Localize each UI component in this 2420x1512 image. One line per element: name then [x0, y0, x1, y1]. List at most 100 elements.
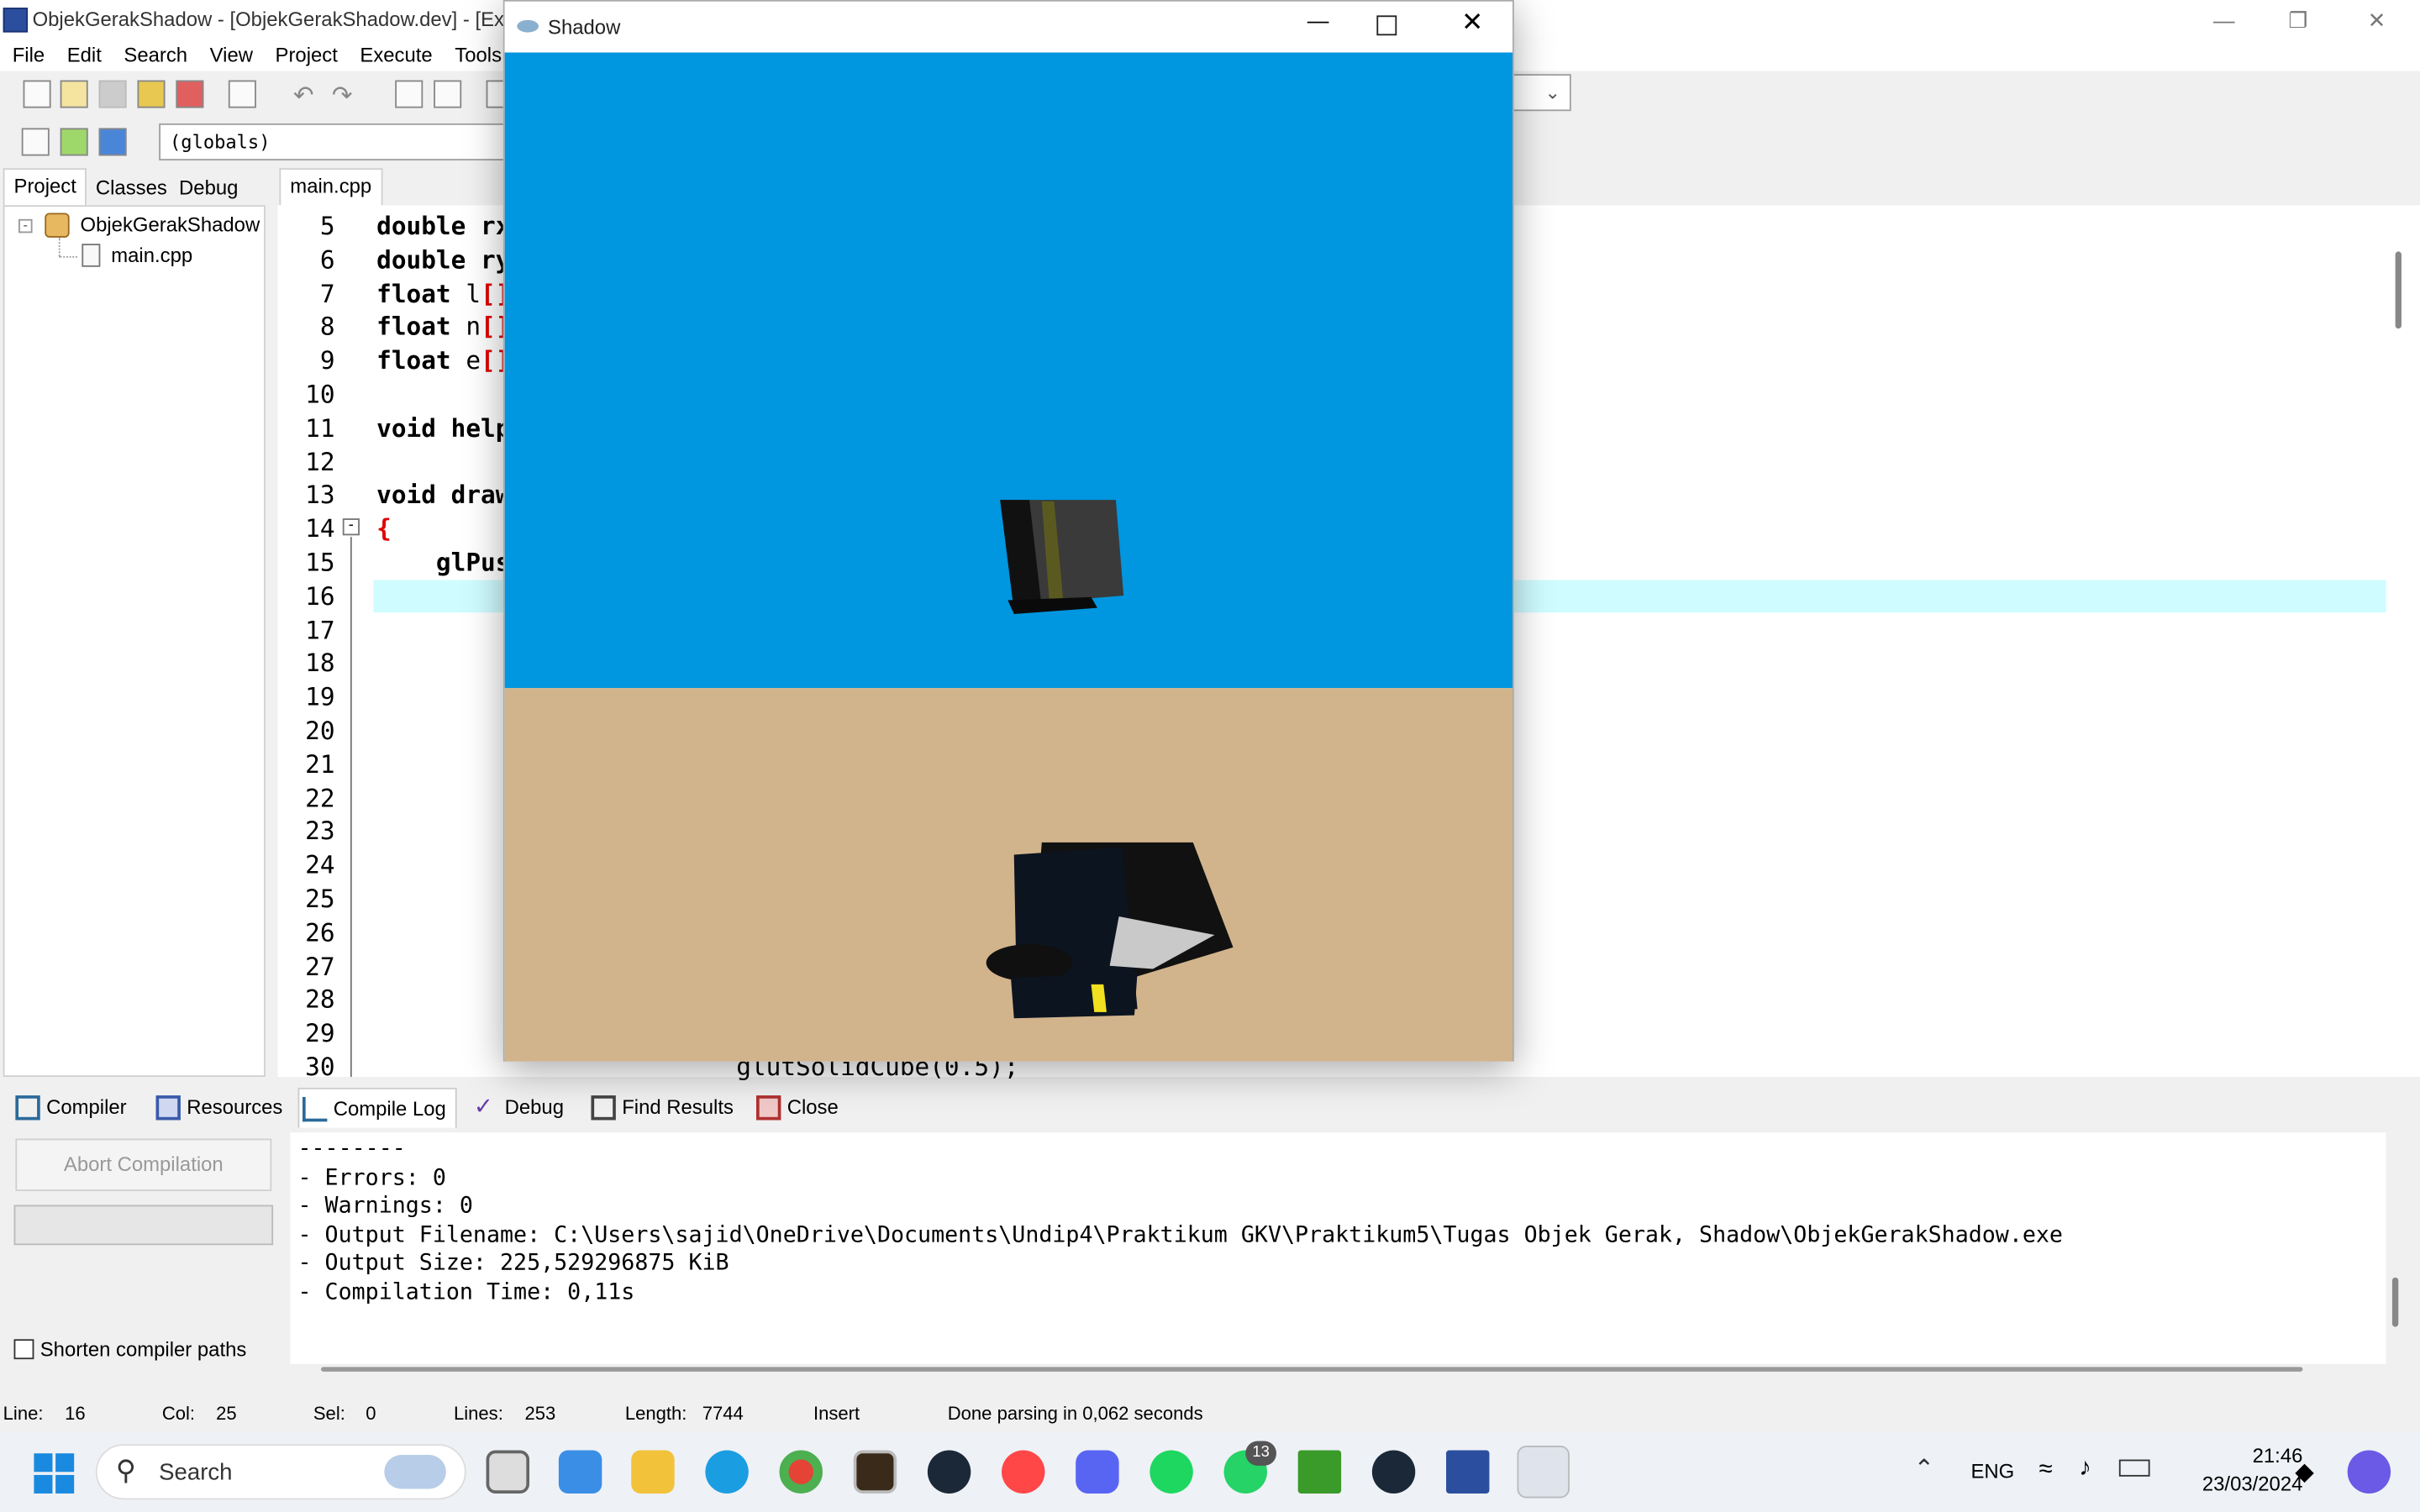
tab-resources[interactable]: Resources [153, 1088, 283, 1128]
menu-file[interactable]: File [5, 40, 53, 71]
log-line: - Output Size: 225,529296875 KiB [297, 1251, 729, 1276]
devcpp-logo-icon [3, 8, 29, 33]
status-sel-label: Sel: [313, 1402, 345, 1425]
minecraft-icon[interactable] [1297, 1450, 1342, 1494]
ide-minimize-icon[interactable]: — [2188, 0, 2259, 40]
ide-restore-icon[interactable]: ❐ [2263, 0, 2333, 40]
abort-compilation-button[interactable]: Abort Compilation [15, 1138, 272, 1191]
ide-title: ObjekGerakShadow - [ObjekGerakShadow.dev… [32, 8, 516, 31]
menu-execute[interactable]: Execute [352, 40, 440, 71]
opengl-viewport[interactable] [504, 52, 1512, 1062]
compiler-combo[interactable]: ⌄ [1509, 74, 1571, 112]
grid-icon [15, 1095, 40, 1121]
notification-bell-icon[interactable]: ◆ [2295, 1457, 2314, 1488]
log-scrollbar-h[interactable] [321, 1367, 2303, 1372]
log-line: - Errors: 0 [297, 1165, 446, 1191]
battery-icon[interactable] [2118, 1459, 2150, 1477]
tab-debug-bottom[interactable]: ✓ Debug [471, 1088, 564, 1128]
collapse-icon[interactable]: - [18, 218, 33, 234]
bottom-tabs: Compiler Resources Compile Log ✓ Debug Fi… [0, 1087, 2420, 1128]
status-lines: 253 [524, 1402, 556, 1425]
start-icon[interactable] [34, 1453, 75, 1494]
clock-date[interactable]: 23/03/2024 [2164, 1472, 2303, 1495]
log-line: - Warnings: 0 [297, 1194, 473, 1220]
save-all-icon[interactable] [137, 80, 166, 108]
left-panel-tabs: Project Classes Debug [0, 168, 271, 208]
edge-icon[interactable] [705, 1450, 749, 1494]
task-view-icon[interactable] [486, 1450, 529, 1494]
shadow-maximize-icon[interactable] [1376, 15, 1397, 36]
chrome-icon[interactable] [779, 1450, 823, 1494]
code-text: double rx [376, 211, 511, 241]
globals-combo[interactable]: (globals) [159, 123, 514, 161]
open-file-icon[interactable] [60, 80, 88, 108]
opengl-app-icon[interactable] [1517, 1446, 1570, 1499]
new-file-icon[interactable] [23, 80, 51, 108]
tray-chevron-icon[interactable]: ⌃ [1914, 1453, 1935, 1484]
tray-lang[interactable]: ENG [1971, 1460, 2015, 1483]
add-icon[interactable] [60, 128, 88, 156]
tab-debug[interactable]: Debug [170, 171, 247, 208]
log-line: -------- [297, 1137, 406, 1163]
code-line: void help [376, 413, 510, 443]
editor-tab-main[interactable]: main.cpp [279, 168, 383, 206]
wifi-icon[interactable]: ≈ [2039, 1457, 2052, 1484]
project-file[interactable]: main.cpp [111, 244, 192, 267]
code-line: void draw [376, 480, 510, 510]
menu-project[interactable]: Project [267, 40, 345, 71]
compile-log[interactable]: -------- - Errors: 0 - Warnings: 0 - Output… [290, 1132, 2386, 1364]
shadow-window[interactable]: Shadow — ✕ [502, 0, 1514, 1062]
tab-project[interactable]: Project [3, 168, 87, 206]
discord-icon[interactable] [1076, 1450, 1119, 1494]
code-line: double ry [376, 245, 510, 275]
project-root[interactable]: ObjekGerakShadow [81, 213, 260, 236]
close-panel-icon [755, 1095, 781, 1121]
project-tree: - ObjekGerakShadow main.cpp [3, 205, 266, 1078]
resources-icon [155, 1095, 181, 1121]
tab-resources-label: Resources [187, 1095, 283, 1119]
menu-edit[interactable]: Edit [60, 40, 110, 71]
steam-icon-2[interactable] [1371, 1450, 1416, 1494]
devcpp-icon[interactable] [1446, 1450, 1490, 1494]
shadow-minimize-icon[interactable]: — [1295, 8, 1341, 45]
clock-time[interactable]: 21:46 [2210, 1444, 2303, 1467]
windows-taskbar: ⚲ Search 13 ⌃ ENG ≈ ♪ 21:46 23/03/2024 ◆ [0, 1431, 2420, 1512]
log-scrollbar-v[interactable] [2391, 1277, 2399, 1327]
app-icon[interactable] [853, 1450, 897, 1494]
file-explorer-icon[interactable] [631, 1450, 675, 1494]
redo-icon[interactable]: ↷ [332, 81, 353, 112]
find-icon[interactable] [395, 80, 424, 108]
tab-close[interactable]: Close [753, 1088, 839, 1128]
status-line-label: Line: [3, 1402, 44, 1425]
editor-scrollbar[interactable] [2395, 251, 2402, 329]
copilot-icon[interactable] [2347, 1450, 2391, 1494]
tab-find-results[interactable]: Find Results [588, 1088, 734, 1128]
menu-view[interactable]: View [202, 40, 260, 71]
menu-search[interactable]: Search [116, 40, 195, 71]
print-icon[interactable] [228, 80, 256, 108]
save-icon[interactable] [98, 80, 127, 108]
menu-tools[interactable]: Tools [447, 40, 509, 71]
tab-classes[interactable]: Classes [87, 171, 176, 208]
bookmark-icon[interactable] [98, 128, 127, 156]
shadow-close-icon[interactable]: ✕ [1449, 8, 1496, 45]
spotify-icon[interactable] [1150, 1450, 1193, 1494]
shorten-paths-checkbox[interactable] [13, 1339, 34, 1360]
undo-icon[interactable]: ↶ [293, 81, 314, 112]
ea-icon[interactable] [1002, 1450, 1045, 1494]
tab-compiler[interactable]: Compiler [13, 1088, 127, 1128]
tab-compile-log[interactable]: Compile Log [297, 1087, 457, 1128]
code-line: { [376, 514, 392, 543]
class-icon[interactable] [21, 128, 50, 156]
code-text: glPus [376, 548, 511, 577]
freeglut-icon [517, 19, 539, 33]
store-icon[interactable] [558, 1450, 602, 1494]
status-sel: 0 [366, 1402, 376, 1425]
close-file-icon[interactable] [176, 80, 204, 108]
ide-close-icon[interactable]: ✕ [2341, 0, 2412, 40]
replace-icon[interactable] [434, 80, 462, 108]
taskbar-search[interactable]: ⚲ Search [95, 1444, 466, 1500]
volume-icon[interactable]: ♪ [2079, 1455, 2091, 1483]
steam-icon[interactable] [927, 1450, 971, 1494]
find-results-icon [591, 1095, 616, 1121]
